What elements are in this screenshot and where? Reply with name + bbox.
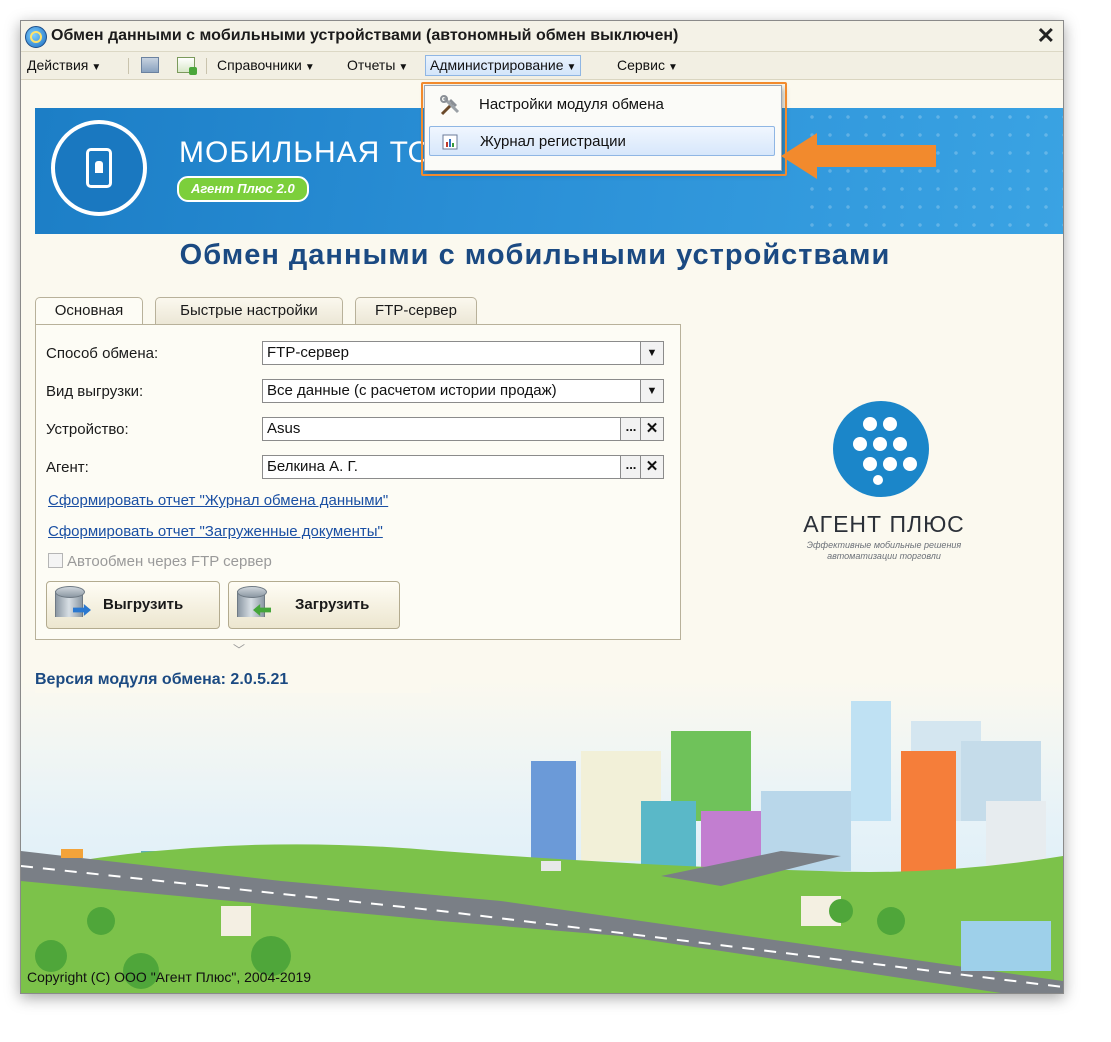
tab-quick-settings[interactable]: Быстрые настройки <box>155 297 343 324</box>
chevron-down-icon: ▼ <box>304 62 315 73</box>
database-import-icon <box>237 586 271 622</box>
import-button[interactable]: Загрузить <box>228 581 400 629</box>
export-button-label: Выгрузить <box>103 596 184 613</box>
tab-main[interactable]: Основная <box>35 297 143 326</box>
menu-actions-label: Действия <box>27 57 89 73</box>
export-type-value: Все данные (с расчетом истории продаж) <box>267 382 557 399</box>
menu-bar: Действия ▼ Справочники ▼ Отчеты ▼ Администр… <box>21 52 1063 80</box>
clear-icon[interactable]: ✕ <box>640 456 663 478</box>
chevron-down-icon: ▼ <box>667 62 678 73</box>
device-field[interactable]: Asus ... ✕ <box>262 417 664 441</box>
export-type-label: Вид выгрузки: <box>46 383 144 400</box>
menu-separator <box>128 58 129 74</box>
auto-exchange-checkbox[interactable] <box>48 553 63 568</box>
agent-plus-logo-icon <box>833 401 929 497</box>
orange-pointer-arrow-icon <box>781 133 936 179</box>
main-form-panel: Способ обмена: FTP-сервер ▼ Вид выгрузки… <box>35 324 681 640</box>
dropdown-arrow-icon[interactable]: ▼ <box>640 380 663 402</box>
chevron-down-icon: ▼ <box>398 62 409 73</box>
logo-name: АГЕНТ ПЛЮС <box>803 511 965 537</box>
menu-administration[interactable]: Администрирование ▼ <box>425 55 582 76</box>
document-list-icon[interactable] <box>141 57 159 73</box>
device-label: Устройство: <box>46 421 129 438</box>
copyright-text: Copyright (C) ООО "Агент Плюс", 2004-201… <box>27 969 312 985</box>
menu-service[interactable]: Сервис ▼ <box>613 56 682 75</box>
device-value: Asus <box>267 420 301 437</box>
import-button-label: Загрузить <box>295 596 370 613</box>
exchange-method-value: FTP-сервер <box>267 344 349 361</box>
menu-actions[interactable]: Действия ▼ <box>23 56 105 75</box>
menu-reports-label: Отчеты <box>347 57 396 73</box>
banner-badge: Агент Плюс 2.0 <box>177 176 309 202</box>
close-button[interactable]: ✕ <box>1037 23 1055 49</box>
agent-label: Агент: <box>46 459 89 476</box>
callout-highlight-frame <box>421 82 787 176</box>
database-export-icon <box>55 586 91 622</box>
menu-administration-label: Администрирование <box>430 57 564 73</box>
chevron-down-icon: ▼ <box>91 62 102 73</box>
menu-references[interactable]: Справочники ▼ <box>213 56 319 75</box>
export-button[interactable]: Выгрузить <box>46 581 220 629</box>
agent-value: Белкина А. Г. <box>267 458 358 475</box>
window-title: Обмен данными с мобильными устройствами … <box>51 27 679 44</box>
exchange-method-select[interactable]: FTP-сервер ▼ <box>262 341 664 365</box>
menu-separator <box>206 58 207 74</box>
agent-field[interactable]: Белкина А. Г. ... ✕ <box>262 455 664 479</box>
menu-references-label: Справочники <box>217 57 302 73</box>
mobile-phone-icon <box>86 148 112 188</box>
collapse-chevron-icon[interactable]: ﹀ <box>233 641 245 658</box>
exchange-method-label: Способ обмена: <box>46 345 159 362</box>
module-version: Версия модуля обмена: 2.0.5.21 <box>35 667 431 693</box>
page-title: Обмен данными с мобильными устройствами <box>179 239 891 271</box>
logo-tagline-line2: автоматизации торговли <box>827 551 941 561</box>
select-ellipsis-button[interactable]: ... <box>620 456 641 478</box>
title-bar: Обмен данными с мобильными устройствами … <box>21 21 1063 52</box>
exchange-window: Обмен данными с мобильными устройствами … <box>20 20 1064 994</box>
select-ellipsis-button[interactable]: ... <box>620 418 641 440</box>
city-illustration <box>21 681 1063 993</box>
export-type-select[interactable]: Все данные (с расчетом истории продаж) ▼ <box>262 379 664 403</box>
phone-logo-icon <box>51 120 147 216</box>
auto-exchange-row: Автообмен через FTP сервер <box>48 553 272 570</box>
clear-icon[interactable]: ✕ <box>640 418 663 440</box>
dropdown-arrow-icon[interactable]: ▼ <box>640 342 663 364</box>
tab-ftp-server[interactable]: FTP-сервер <box>355 297 477 324</box>
chevron-down-icon: ▼ <box>566 62 577 73</box>
menu-reports[interactable]: Отчеты ▼ <box>343 56 412 75</box>
auto-exchange-label: Автообмен через FTP сервер <box>67 553 272 570</box>
menu-service-label: Сервис <box>617 57 665 73</box>
document-export-icon[interactable] <box>177 57 197 75</box>
report-loaded-docs-link[interactable]: Сформировать отчет "Загруженные документ… <box>48 523 383 540</box>
logo-tagline: Эффективные мобильные решения автоматиза… <box>779 540 989 562</box>
app-globe-icon <box>25 26 47 48</box>
report-exchange-log-link[interactable]: Сформировать отчет "Журнал обмена данным… <box>48 492 388 509</box>
logo-tagline-line1: Эффективные мобильные решения <box>806 540 962 550</box>
